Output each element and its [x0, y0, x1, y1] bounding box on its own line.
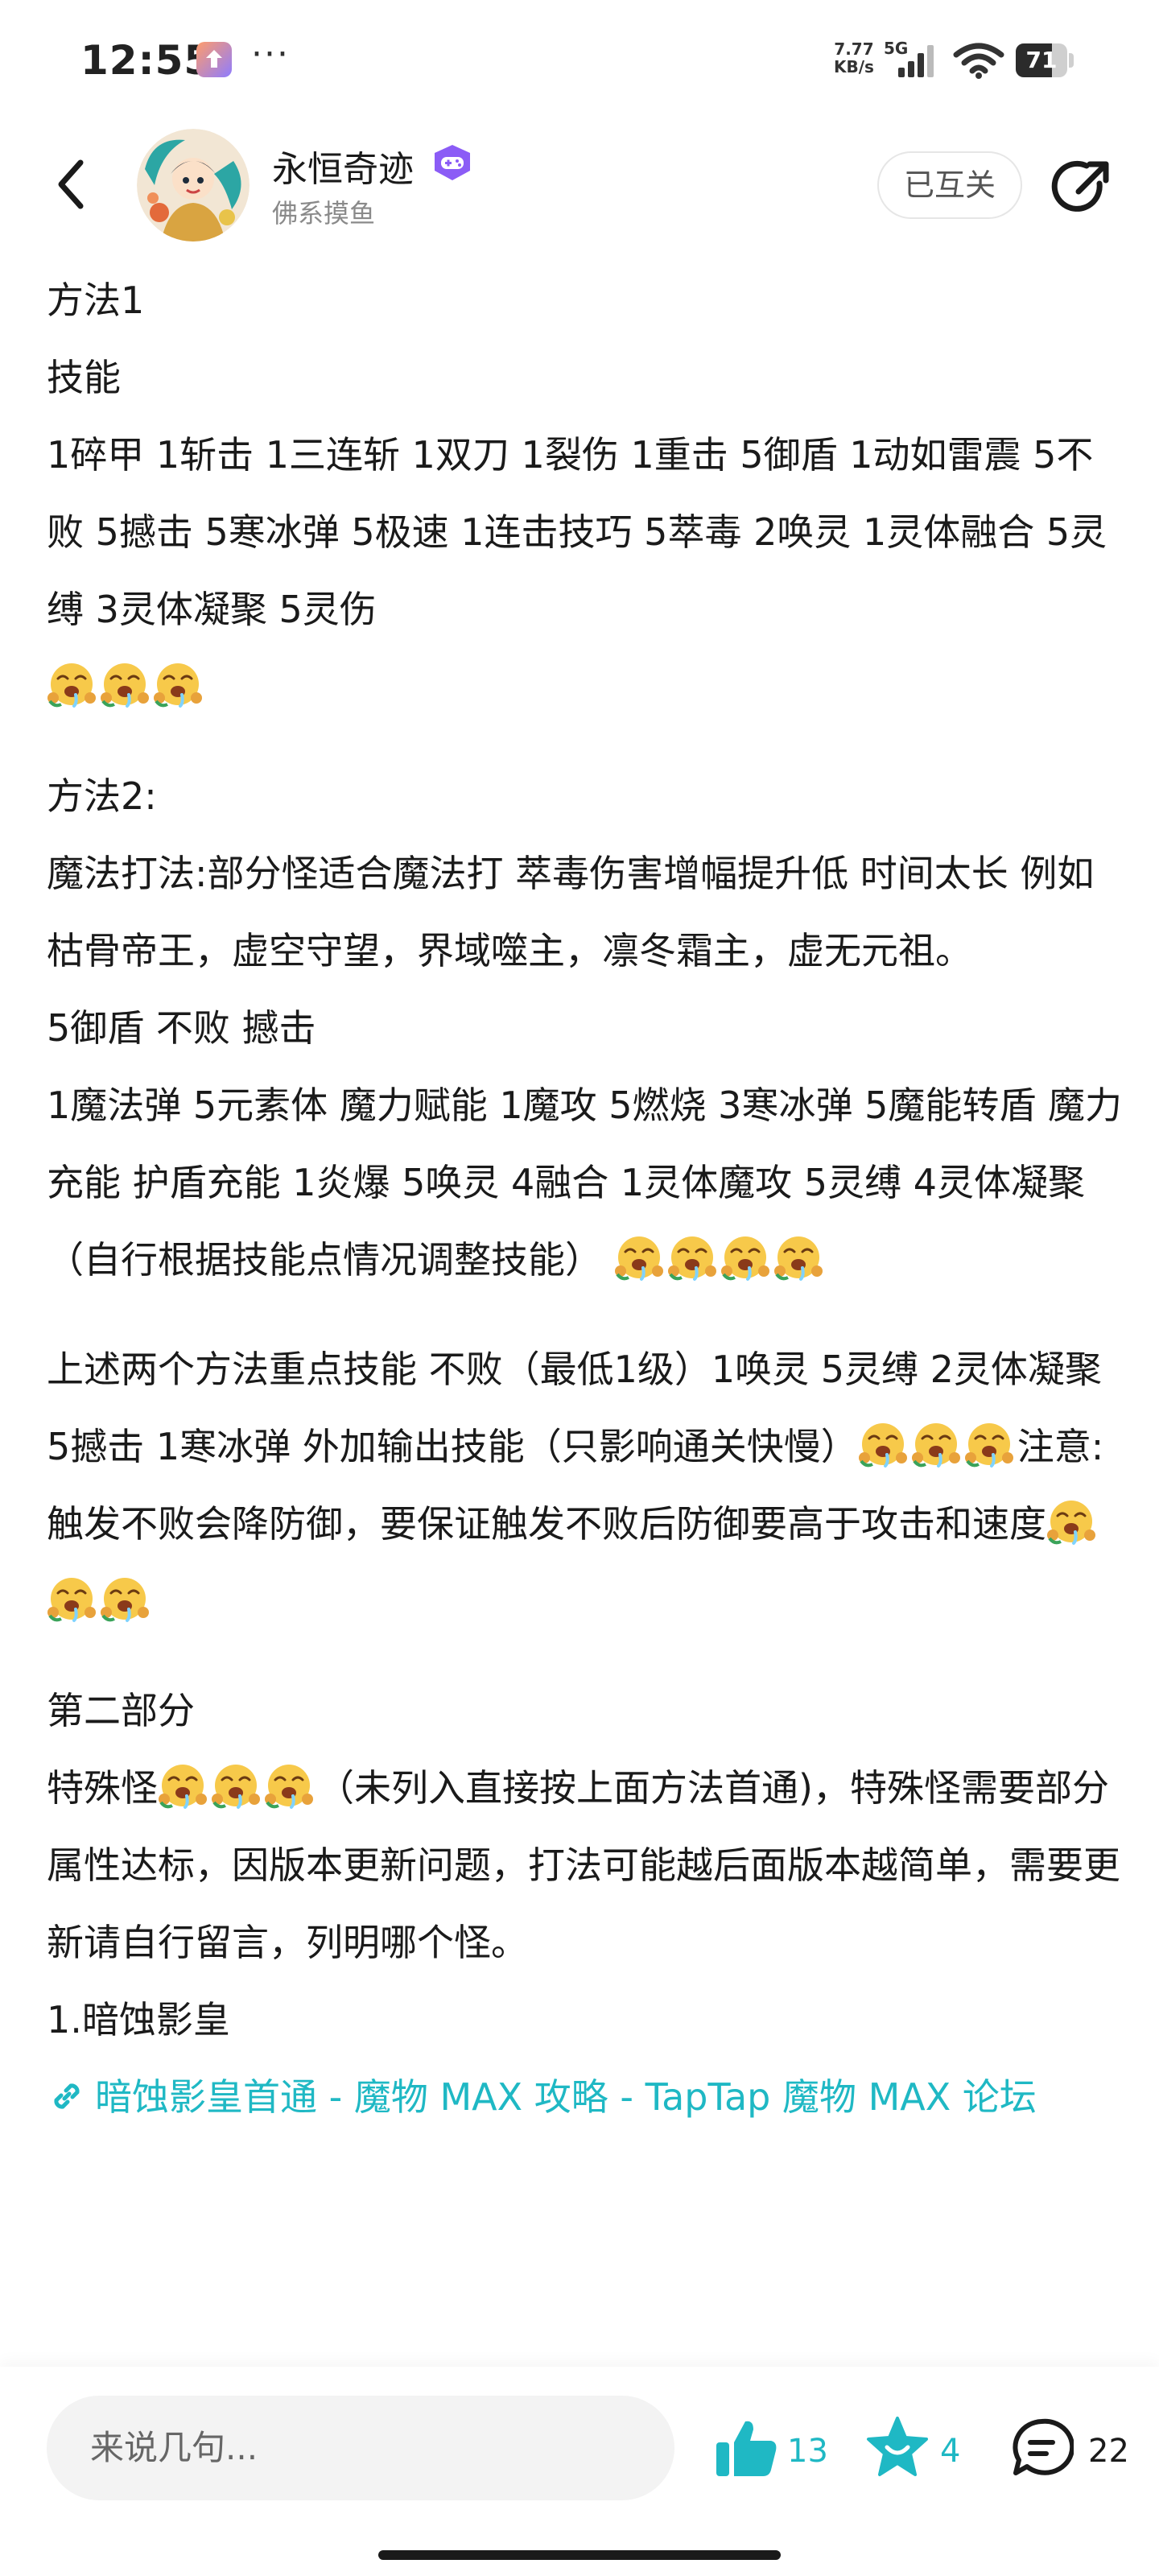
paragraph-text: 特殊怪: [47, 1766, 158, 1810]
paragraph: 魔法打法:部分怪适合魔法打 萃毒伤害增幅提升低 时间太长 例如枯骨帝王，虚空守望…: [47, 852, 1095, 972]
share-button[interactable]: [1051, 156, 1116, 221]
paragraph: 上述两个方法重点技能 不败（最低1级）1唤灵 5灵缚 2灵体凝聚 5撼击 1寒冰…: [47, 1331, 1125, 1640]
author-subtitle: 佛系摸鱼: [272, 198, 376, 229]
paragraph-text: 1魔法弹 5元素体 魔力赋能 1魔攻 5燃烧 3寒冰弹 5魔能转盾 魔力充能 护…: [47, 1084, 1122, 1282]
drool-face-emoji-icon: [720, 1231, 770, 1281]
status-bar: 12:55 ··· 7.77 KB/s 5G 71: [0, 0, 1159, 121]
network-speed: 7.77 KB/s: [834, 40, 874, 76]
section-heading: 方法2:: [47, 774, 157, 818]
mutual-follow-button[interactable]: 已互关: [877, 151, 1022, 219]
paragraph: 1碎甲 1斩击 1三连斩 1双刀 1裂伤 1重击 5御盾 1动如雷震 5不败 5…: [47, 433, 1107, 631]
drool-face-emoji-icon: [158, 1759, 208, 1809]
network-speed-value: 7.77: [834, 39, 874, 59]
drool-face-emoji-icon: [264, 1759, 314, 1809]
battery-level: 71: [1025, 47, 1058, 73]
emoji-row: [47, 648, 1125, 725]
link-icon: [54, 2083, 80, 2109]
drool-face-emoji-icon: [964, 1418, 1014, 1468]
section-heading: 第二部分: [47, 1689, 195, 1732]
drool-face-emoji-icon: [100, 658, 150, 708]
paragraph-text: （未列入直接按上面方法首通)，特殊怪需要部分属性达标，因版本更新问题，打法可能越…: [47, 1766, 1120, 1964]
drool-face-emoji-icon: [153, 658, 203, 708]
comment-bubble-icon[interactable]: [1009, 2417, 1074, 2479]
status-time: 12:55: [80, 37, 213, 84]
post-content: 方法1 技能 1碎甲 1斩击 1三连斩 1双刀 1裂伤 1重击 5御盾 1动如雷…: [47, 262, 1125, 2136]
paragraph: 1.暗蚀影皇: [47, 1998, 230, 2041]
status-more-dots: ···: [251, 34, 290, 75]
forum-link-text[interactable]: 暗蚀影皇首通 - 魔物 MAX 攻略 - TapTap 魔物 MAX 论坛: [95, 2075, 1037, 2119]
favorite-count: 4: [940, 2433, 961, 2470]
author-name[interactable]: 永恒奇迹: [272, 140, 414, 192]
upload-icon: [196, 42, 232, 77]
comment-input[interactable]: 来说几句...: [47, 2396, 674, 2500]
drool-face-emoji-icon: [667, 1231, 717, 1281]
like-count: 13: [787, 2433, 828, 2470]
paragraph: 技能: [47, 356, 121, 399]
paragraph: 特殊怪 （未列入直接按上面方法首通)，特殊怪需要部分属性达标，因版本更新问题，打法…: [47, 1749, 1125, 1981]
paragraph: 1魔法弹 5元素体 魔力赋能 1魔攻 5燃烧 3寒冰弹 5魔能转盾 魔力充能 护…: [47, 1067, 1125, 1298]
drool-face-emoji-icon: [773, 1231, 823, 1281]
comment-count: 22: [1088, 2433, 1129, 2470]
section-heading: 方法1: [47, 279, 145, 322]
thumbs-up-icon[interactable]: [715, 2418, 777, 2478]
drool-face-emoji-icon: [614, 1231, 664, 1281]
star-icon[interactable]: [864, 2415, 930, 2479]
paragraph: 5御盾 不败 撼击: [47, 1006, 316, 1050]
post-header: 永恒奇迹 佛系摸鱼 已互关: [0, 129, 1159, 242]
drool-face-emoji-icon: [911, 1418, 961, 1468]
drool-face-emoji-icon: [47, 658, 97, 708]
drool-face-emoji-icon: [47, 1572, 97, 1622]
drool-face-emoji-icon: [211, 1759, 261, 1809]
drool-face-emoji-icon: [1046, 1495, 1096, 1545]
home-indicator: [378, 2550, 781, 2560]
bottom-action-bar: 来说几句... 13 4 22: [0, 2367, 1159, 2576]
signal-icon: [898, 45, 934, 77]
back-button[interactable]: [48, 156, 97, 213]
drool-face-emoji-icon: [100, 1572, 150, 1622]
battery-icon: 71: [1016, 43, 1074, 77]
network-speed-unit: KB/s: [834, 57, 874, 76]
wifi-icon: [953, 43, 1004, 79]
forum-link[interactable]: 暗蚀影皇首通 - 魔物 MAX 攻略 - TapTap 魔物 MAX 论坛: [47, 2058, 1125, 2136]
avatar[interactable]: [137, 129, 250, 242]
drool-face-emoji-icon: [858, 1418, 908, 1468]
gamepad-badge-icon: [435, 145, 470, 180]
